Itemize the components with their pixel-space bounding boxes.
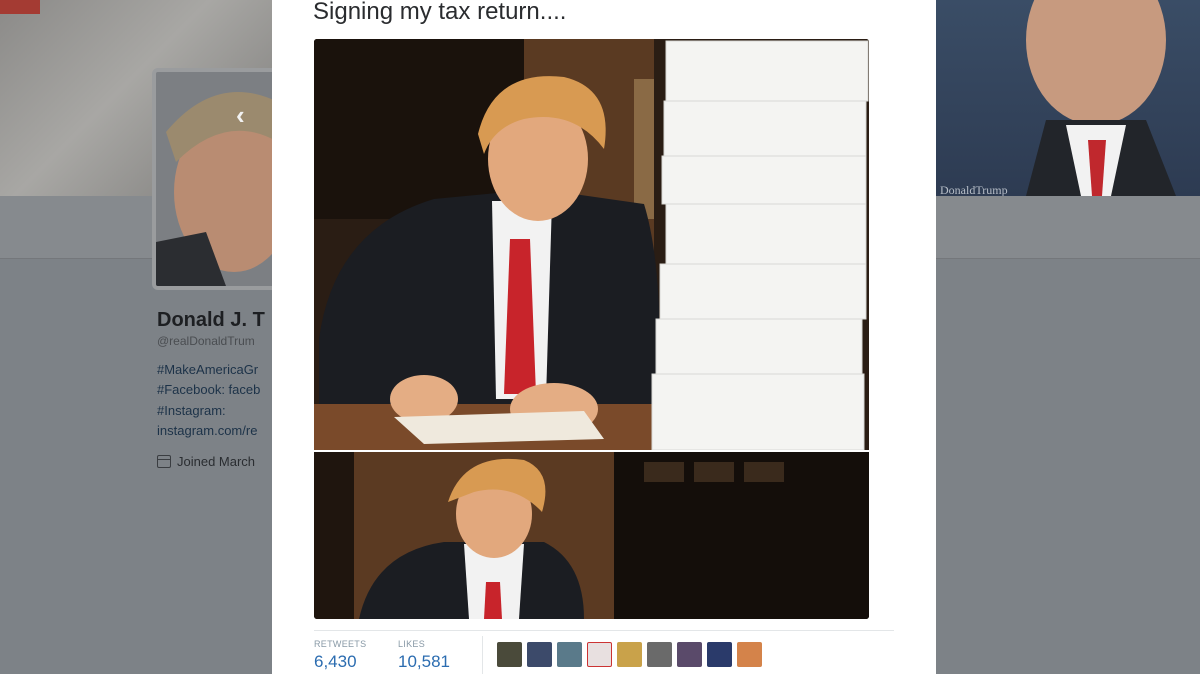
likes-label: LIKES [398, 639, 426, 649]
joined-text: Joined March [177, 454, 256, 469]
calendar-icon [157, 455, 171, 468]
liker-avatars [497, 642, 762, 667]
liker-avatar[interactable] [557, 642, 582, 667]
liker-avatar[interactable] [707, 642, 732, 667]
bio-line[interactable]: #MakeAmericaGr [157, 362, 258, 377]
liker-avatar[interactable] [737, 642, 762, 667]
retweets-label: RETWEETS [314, 639, 367, 649]
back-arrow-icon[interactable]: ‹ [236, 100, 245, 131]
bio-line: #Instagram: [157, 403, 226, 418]
likes-count[interactable]: 10,581 [398, 652, 450, 672]
liker-avatar[interactable] [647, 642, 672, 667]
liker-avatar[interactable] [617, 642, 642, 667]
joined-date: Joined March [157, 454, 255, 469]
retweets-count[interactable]: 6,430 [314, 652, 357, 672]
liker-avatar[interactable] [497, 642, 522, 667]
profile-bio-section: Donald J. T @realDonaldTrum #MakeAmerica… [0, 290, 272, 490]
tweet-modal: Signing my tax return.... RETWEETS 6,430… [272, 0, 936, 674]
stats-separator [482, 636, 483, 674]
header-caption: DonaldTrump [940, 183, 1008, 196]
profile-name: Donald J. T [157, 309, 265, 331]
stats-divider [314, 630, 894, 631]
profile-handle[interactable]: @realDonaldTrum [157, 334, 255, 348]
liker-avatar[interactable] [527, 642, 552, 667]
bio-line[interactable]: #Facebook: faceb [157, 382, 260, 397]
avatar[interactable] [152, 68, 282, 290]
header-right-photo: DonaldTrump [936, 0, 1200, 196]
tweet-photo-secondary[interactable] [314, 452, 869, 619]
tweet-text: Signing my tax return.... [313, 0, 567, 25]
bio-line[interactable]: instagram.com/re [157, 423, 257, 438]
tweet-photo-main[interactable] [314, 39, 869, 450]
liker-avatar[interactable] [677, 642, 702, 667]
liker-avatar[interactable] [587, 642, 612, 667]
